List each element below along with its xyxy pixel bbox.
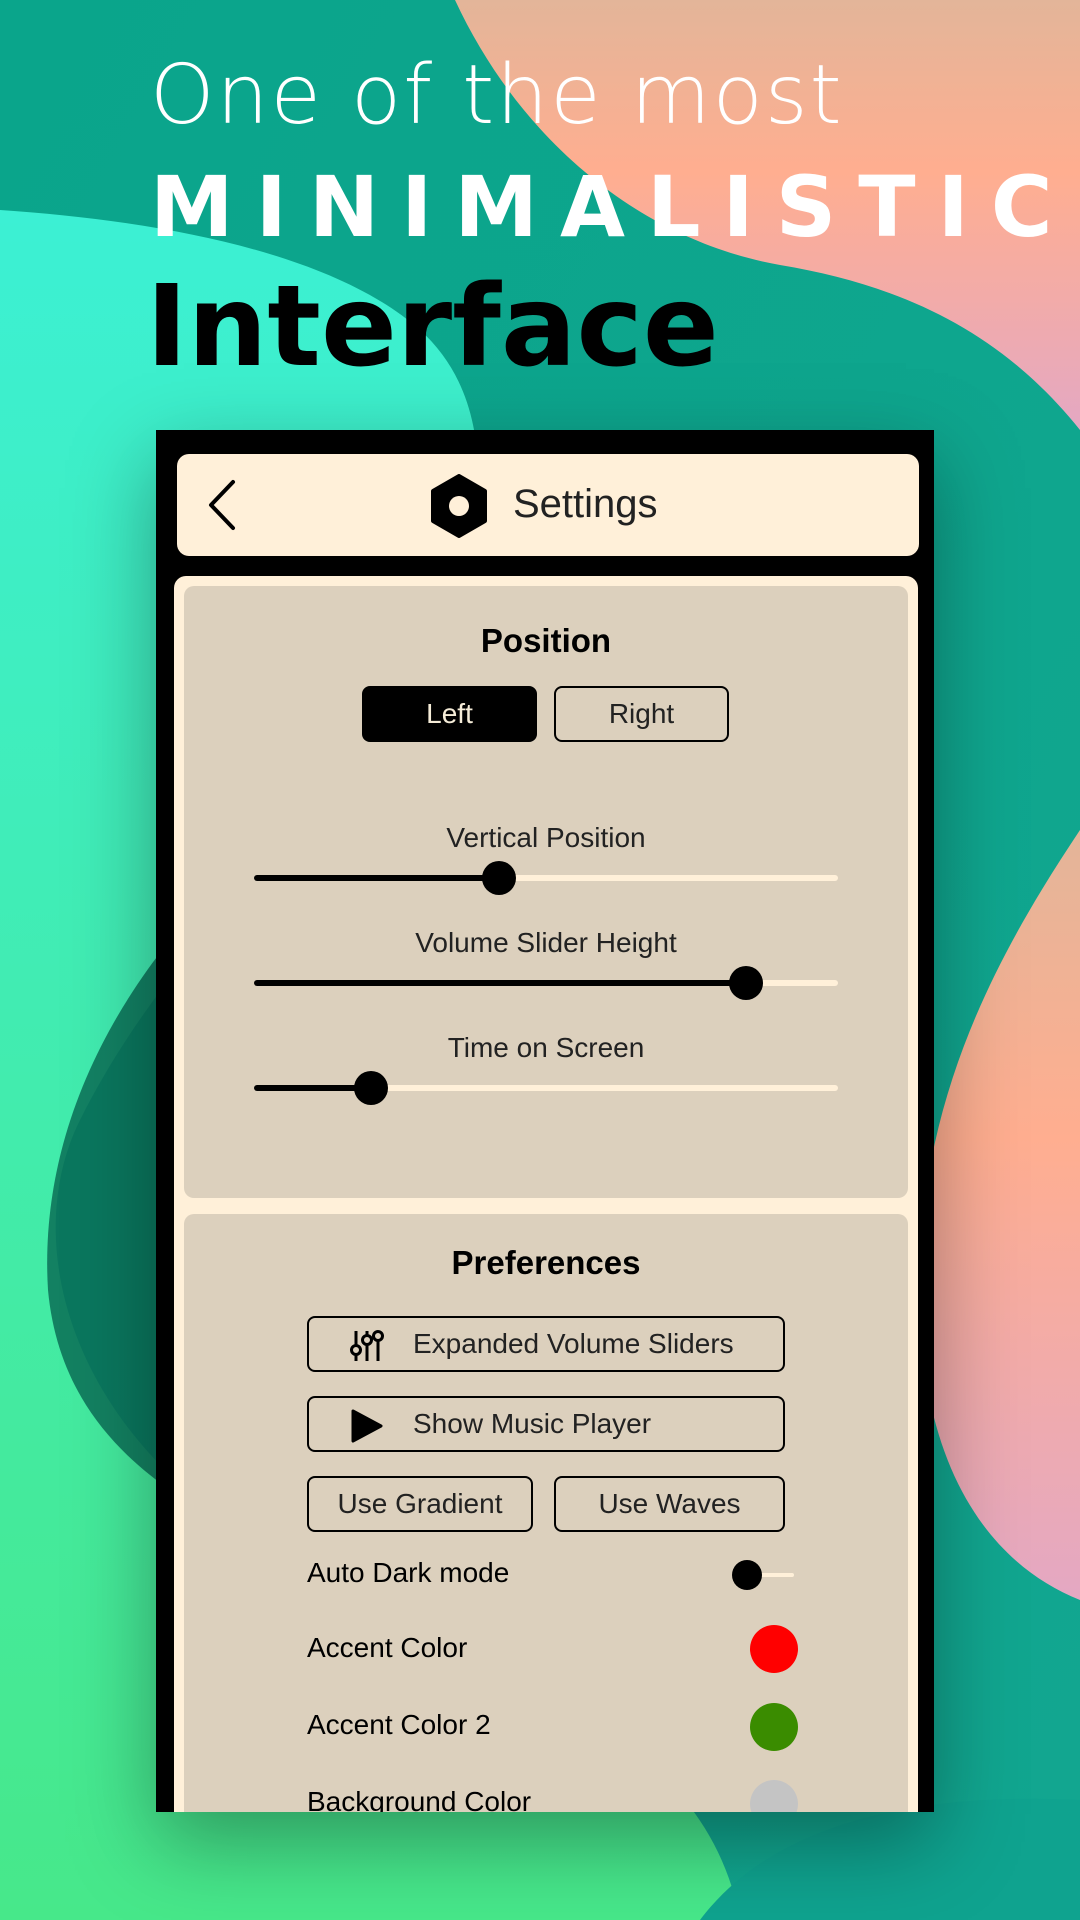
gear-icon — [431, 474, 487, 538]
show-music-player-button[interactable]: Show Music Player — [307, 1396, 785, 1452]
use-waves-button[interactable]: Use Waves — [554, 1476, 785, 1532]
preferences-title: Preferences — [451, 1244, 641, 1281]
chevron-left-icon[interactable] — [203, 478, 243, 532]
position-left-button[interactable]: Left — [362, 686, 537, 742]
sliders-icon — [350, 1330, 384, 1361]
background-color-label: Background Color — [307, 1786, 532, 1812]
slider-fill — [254, 875, 500, 881]
position-right-button[interactable]: Right — [554, 686, 729, 742]
play-icon — [351, 1409, 383, 1443]
use-waves-label: Use Waves — [598, 1488, 741, 1519]
slider-fill — [254, 980, 747, 986]
accent-color-2-label: Accent Color 2 — [307, 1709, 491, 1740]
volume-slider-height-slider[interactable] — [254, 963, 838, 1003]
time-on-screen-slider[interactable] — [254, 1068, 838, 1108]
settings-content: Position Left Right Vertical Position Vo… — [174, 576, 918, 1812]
slider-knob[interactable] — [729, 966, 764, 1000]
vertical-position-label: Vertical Position — [446, 822, 646, 853]
time-on-screen-label: Time on Screen — [447, 1032, 645, 1063]
app-header: Settings — [177, 454, 919, 556]
show-music-player-label: Show Music Player — [413, 1408, 652, 1439]
use-gradient-button[interactable]: Use Gradient — [307, 1476, 533, 1532]
accent-color-swatch[interactable] — [750, 1625, 798, 1673]
toggle-thumb — [732, 1560, 762, 1590]
preferences-card: Preferences Expanded Volume Sliders Show… — [184, 1214, 908, 1812]
headline-line-2: MINIMALISTIC — [150, 158, 1075, 256]
position-card: Position Left Right Vertical Position Vo… — [184, 586, 908, 1198]
expanded-volume-sliders-label: Expanded Volume Sliders — [413, 1328, 734, 1359]
slider-knob[interactable] — [482, 861, 517, 895]
auto-dark-mode-toggle[interactable] — [732, 1559, 796, 1591]
headline-line-3: Interface — [146, 262, 719, 392]
phone-screen: Settings Position Left Right Vertical Po… — [156, 430, 934, 1812]
expanded-volume-sliders-button[interactable]: Expanded Volume Sliders — [307, 1316, 785, 1372]
background-color-swatch[interactable] — [750, 1780, 798, 1812]
use-gradient-label: Use Gradient — [337, 1488, 503, 1519]
page-title: Settings — [513, 482, 658, 526]
volume-slider-height-label: Volume Slider Height — [415, 927, 677, 958]
accent-color-label: Accent Color — [307, 1632, 468, 1663]
vertical-position-slider[interactable] — [254, 858, 838, 898]
position-title: Position — [480, 622, 612, 659]
slider-knob[interactable] — [353, 1071, 388, 1105]
headline-line-1: One of the most — [150, 48, 844, 143]
auto-dark-mode-label: Auto Dark mode — [307, 1557, 510, 1588]
accent-color-2-swatch[interactable] — [750, 1703, 798, 1751]
